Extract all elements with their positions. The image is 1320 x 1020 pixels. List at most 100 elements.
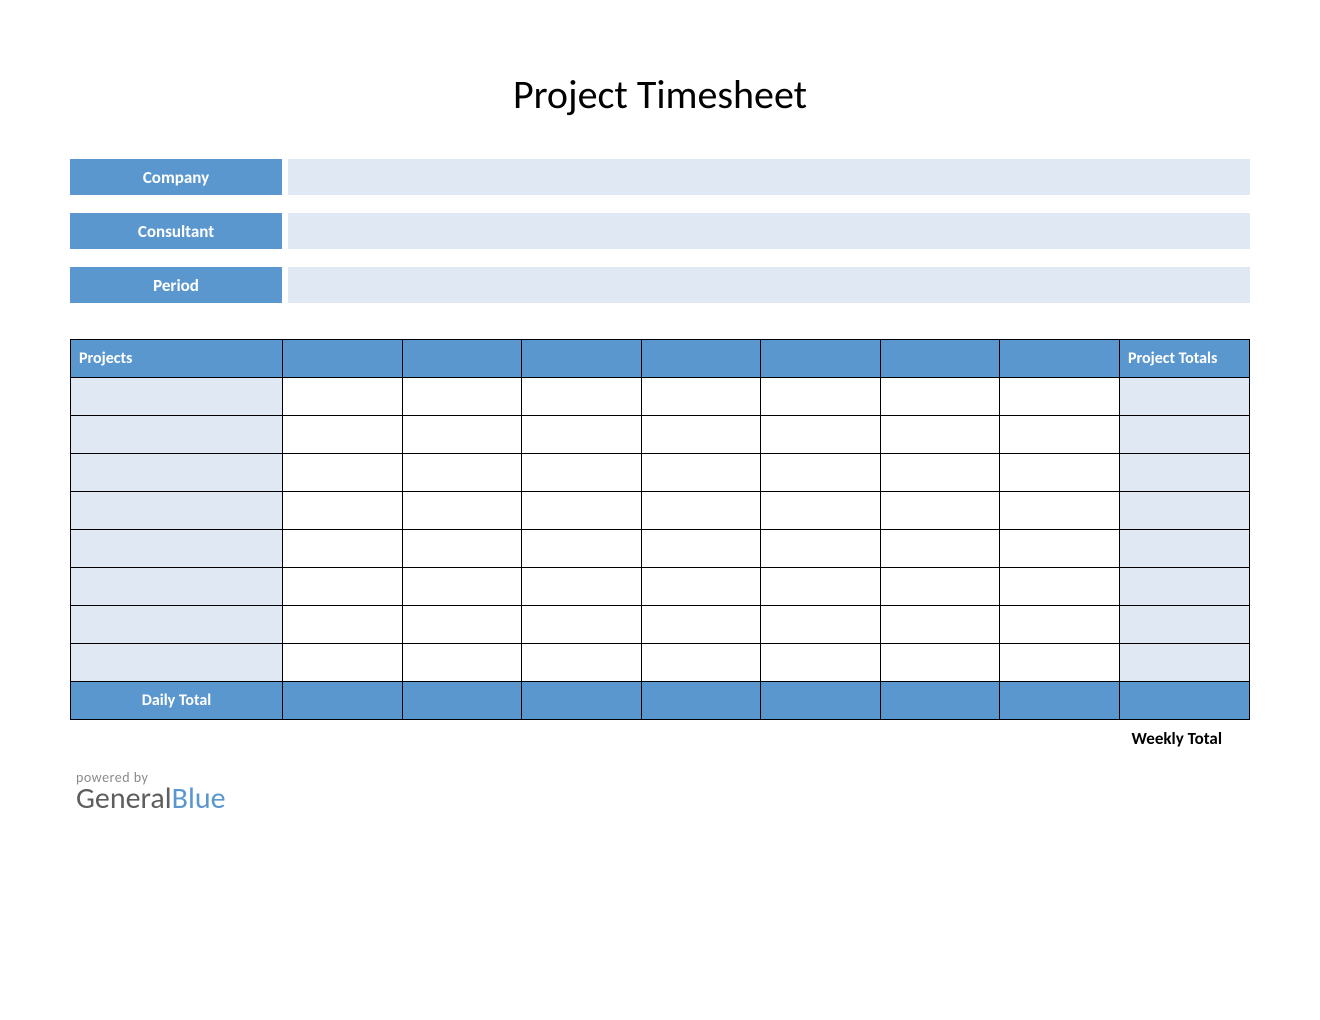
day-cell[interactable] — [641, 454, 761, 492]
day-cell[interactable] — [641, 530, 761, 568]
table-row — [71, 606, 1250, 644]
daily-total-cell — [1000, 682, 1120, 720]
day-cell[interactable] — [283, 454, 403, 492]
project-cell[interactable] — [71, 606, 283, 644]
project-cell[interactable] — [71, 492, 283, 530]
day-cell[interactable] — [761, 378, 881, 416]
company-input[interactable] — [288, 159, 1250, 195]
project-cell[interactable] — [71, 454, 283, 492]
page: Project Timesheet Company Consultant Per… — [0, 0, 1320, 814]
day-cell[interactable] — [880, 568, 1000, 606]
day-cell[interactable] — [283, 606, 403, 644]
day-cell[interactable] — [283, 492, 403, 530]
table-row — [71, 378, 1250, 416]
project-total-cell — [1120, 378, 1250, 416]
day-cell[interactable] — [1000, 530, 1120, 568]
info-section: Company Consultant Period — [70, 159, 1250, 303]
day-cell[interactable] — [641, 644, 761, 682]
day-cell[interactable] — [1000, 454, 1120, 492]
header-day-1[interactable] — [283, 340, 403, 378]
brand-part2: Blue — [172, 780, 226, 817]
day-cell[interactable] — [522, 378, 642, 416]
day-cell[interactable] — [522, 416, 642, 454]
day-cell[interactable] — [402, 606, 522, 644]
day-cell[interactable] — [522, 530, 642, 568]
day-cell[interactable] — [880, 606, 1000, 644]
header-day-2[interactable] — [402, 340, 522, 378]
powered-by-section: powered by GeneralBlue — [76, 769, 1250, 814]
project-cell[interactable] — [71, 378, 283, 416]
daily-total-label: Daily Total — [71, 682, 283, 720]
day-cell[interactable] — [641, 378, 761, 416]
project-total-cell — [1120, 454, 1250, 492]
header-day-5[interactable] — [761, 340, 881, 378]
project-cell[interactable] — [71, 530, 283, 568]
timesheet-table: Projects Project Totals Daily Total — [70, 339, 1250, 720]
table-row — [71, 492, 1250, 530]
day-cell[interactable] — [1000, 378, 1120, 416]
day-cell[interactable] — [283, 530, 403, 568]
header-day-6[interactable] — [880, 340, 1000, 378]
day-cell[interactable] — [283, 644, 403, 682]
day-cell[interactable] — [402, 568, 522, 606]
table-row — [71, 644, 1250, 682]
day-cell[interactable] — [641, 568, 761, 606]
day-cell[interactable] — [283, 416, 403, 454]
day-cell[interactable] — [402, 378, 522, 416]
day-cell[interactable] — [283, 378, 403, 416]
header-day-3[interactable] — [522, 340, 642, 378]
day-cell[interactable] — [761, 606, 881, 644]
period-label: Period — [70, 267, 282, 303]
day-cell[interactable] — [402, 530, 522, 568]
day-cell[interactable] — [880, 378, 1000, 416]
project-total-cell — [1120, 416, 1250, 454]
day-cell[interactable] — [761, 530, 881, 568]
period-input[interactable] — [288, 267, 1250, 303]
day-cell[interactable] — [522, 644, 642, 682]
day-cell[interactable] — [761, 454, 881, 492]
day-cell[interactable] — [522, 492, 642, 530]
day-cell[interactable] — [522, 454, 642, 492]
day-cell[interactable] — [283, 568, 403, 606]
company-row: Company — [70, 159, 1250, 195]
day-cell[interactable] — [522, 568, 642, 606]
day-cell[interactable] — [1000, 606, 1120, 644]
day-cell[interactable] — [1000, 568, 1120, 606]
day-cell[interactable] — [1000, 644, 1120, 682]
header-day-4[interactable] — [641, 340, 761, 378]
brand-logo: GeneralBlue — [76, 784, 1250, 814]
day-cell[interactable] — [402, 416, 522, 454]
day-cell[interactable] — [641, 606, 761, 644]
day-cell[interactable] — [402, 454, 522, 492]
day-cell[interactable] — [761, 644, 881, 682]
table-row — [71, 568, 1250, 606]
table-row — [71, 530, 1250, 568]
project-cell[interactable] — [71, 644, 283, 682]
day-cell[interactable] — [880, 644, 1000, 682]
day-cell[interactable] — [761, 492, 881, 530]
day-cell[interactable] — [402, 644, 522, 682]
project-total-cell — [1120, 568, 1250, 606]
page-title: Project Timesheet — [70, 70, 1250, 119]
header-project-totals: Project Totals — [1120, 340, 1250, 378]
consultant-input[interactable] — [288, 213, 1250, 249]
daily-total-cell — [641, 682, 761, 720]
daily-total-cell — [522, 682, 642, 720]
day-cell[interactable] — [761, 416, 881, 454]
day-cell[interactable] — [761, 568, 881, 606]
project-cell[interactable] — [71, 416, 283, 454]
day-cell[interactable] — [641, 416, 761, 454]
project-cell[interactable] — [71, 568, 283, 606]
day-cell[interactable] — [880, 416, 1000, 454]
day-cell[interactable] — [880, 454, 1000, 492]
day-cell[interactable] — [880, 492, 1000, 530]
day-cell[interactable] — [522, 606, 642, 644]
grand-total-cell — [1120, 682, 1250, 720]
day-cell[interactable] — [641, 492, 761, 530]
table-row — [71, 416, 1250, 454]
day-cell[interactable] — [1000, 416, 1120, 454]
header-day-7[interactable] — [1000, 340, 1120, 378]
day-cell[interactable] — [402, 492, 522, 530]
day-cell[interactable] — [880, 530, 1000, 568]
day-cell[interactable] — [1000, 492, 1120, 530]
